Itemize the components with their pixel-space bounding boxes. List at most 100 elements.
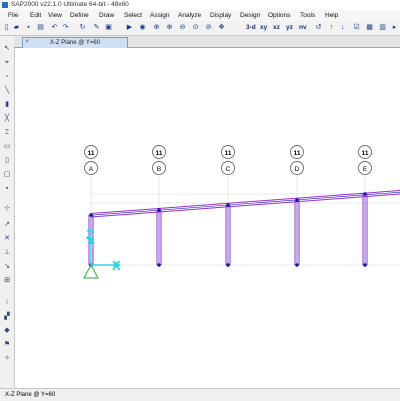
redo-icon[interactable]: ↷ <box>61 23 70 33</box>
menu-select[interactable]: Select <box>124 10 142 21</box>
menu-tools[interactable]: Tools <box>300 10 315 21</box>
view-3d-button[interactable]: 3-d <box>246 23 256 33</box>
view-xy-button[interactable]: xy <box>260 23 267 33</box>
undo-icon[interactable]: ↶ <box>50 23 59 33</box>
snap-grid-icon[interactable]: ⊹ <box>2 204 12 214</box>
view-tab-row: × X-Z Plane @ Y=60 <box>14 36 400 48</box>
grid-bubble-top-text: 11 <box>294 150 301 157</box>
snap-intersect-icon[interactable]: ⊥ <box>2 248 12 258</box>
grid-lines <box>90 176 400 268</box>
print-icon[interactable]: ▤ <box>36 23 45 33</box>
grid-bubble-top-text: 11 <box>362 150 369 157</box>
status-bar: X-Z Plane @ Y=60 <box>0 388 400 401</box>
draw-area-icon[interactable]: ▭ <box>2 142 12 152</box>
grid-bubble-C: 11 C <box>221 145 235 175</box>
zoom-prev-icon[interactable]: ⊘ <box>204 23 213 33</box>
pointer-icon[interactable]: ↖ <box>2 44 12 54</box>
draw-rect-area-icon[interactable]: ▯ <box>2 156 12 166</box>
run-step-icon[interactable]: ◉ <box>138 23 147 33</box>
joint-dot <box>363 192 367 196</box>
zoom-all-icon[interactable]: ⊙ <box>191 23 200 33</box>
model-view-svg[interactable]: 11 A 11 B 11 C 11 D 11 E Z X <box>15 48 400 388</box>
grid-bubble-B: 11 B <box>152 145 166 175</box>
app-icon <box>2 2 8 8</box>
menu-assign[interactable]: Assign <box>150 10 170 21</box>
menu-file[interactable]: File <box>8 10 18 21</box>
model-canvas[interactable]: 11 A 11 B 11 C 11 D 11 E Z X <box>15 48 400 388</box>
grid-bubble-A: 11 A <box>84 145 98 175</box>
assign-icon[interactable]: ✧ <box>2 354 12 364</box>
joint-dot <box>226 263 230 267</box>
clear-select-icon[interactable]: ◆ <box>2 326 12 336</box>
down-arrow-icon[interactable]: ↓ <box>338 23 347 33</box>
status-text: X-Z Plane @ Y=60 <box>5 392 56 398</box>
menu-options[interactable]: Options <box>268 10 290 21</box>
zoom-in-icon[interactable]: ⊕ <box>165 23 174 33</box>
joint-dot <box>295 263 299 267</box>
grid-bubble-D: 11 D <box>290 145 304 175</box>
view-xz-button[interactable]: xz <box>273 23 280 33</box>
tab-title: X-Z Plane @ Y=60 <box>49 40 101 46</box>
snap-perp-icon[interactable]: ↘ <box>2 262 12 272</box>
grid-bubble-label: C <box>226 166 231 173</box>
joint-dot <box>89 213 93 217</box>
check-icon[interactable]: ☑ <box>352 23 361 33</box>
grid-bubble-label: E <box>363 166 368 173</box>
up-arrow-icon[interactable]: ↑ <box>327 23 336 33</box>
menu-help[interactable]: Help <box>325 10 338 21</box>
run-icon[interactable]: ▶ <box>125 23 134 33</box>
draw-solid-icon[interactable]: ▪ <box>2 184 12 194</box>
grid-bubble-label: B <box>157 166 161 173</box>
grid-bubble-label: A <box>89 166 94 173</box>
select-all-icon[interactable]: ⁝ <box>2 298 12 308</box>
grid-bubble-E: 11 E <box>358 145 372 175</box>
more-icon[interactable]: ▸ <box>390 23 399 33</box>
menu-edit[interactable]: Edit <box>30 10 41 21</box>
save-icon[interactable]: ▪ <box>24 23 33 33</box>
open-icon[interactable]: ▰ <box>12 23 21 33</box>
draw-frame-icon[interactable]: ╲ <box>2 86 12 96</box>
left-toolbar: ↖ ⌖ ▫ ╲ ▮ ╳ ⌶ ▭ ▯ ▢ ▪ ⊹ ↗ ✕ ⊥ ↘ ⊞ ⁝ ▞ ◆ … <box>0 36 15 388</box>
draw-link-icon[interactable]: ⌶ <box>2 128 12 138</box>
snap-mid-icon[interactable]: ✕ <box>2 234 12 244</box>
quick-frame-icon[interactable]: ▮ <box>2 100 12 110</box>
view-nv-button[interactable]: nv <box>299 23 307 33</box>
new-model-icon[interactable]: ▯ <box>2 23 11 33</box>
joint-dot <box>226 203 230 207</box>
title-bar: SAP2000 v22.1.0 Ultimate 64-bit - 48x60 <box>0 0 400 10</box>
joint-dot <box>363 263 367 267</box>
display-options-icon[interactable]: ▦ <box>365 23 374 33</box>
draw-brace-icon[interactable]: ╳ <box>2 114 12 124</box>
menu-draw[interactable]: Draw <box>99 10 114 21</box>
menu-display[interactable]: Display <box>210 10 231 21</box>
reshape-icon[interactable]: ⌖ <box>2 58 12 68</box>
menu-view[interactable]: View <box>48 10 62 21</box>
edit-pencil-icon[interactable]: ✎ <box>92 23 101 33</box>
section-cut-icon[interactable]: ▥ <box>378 23 387 33</box>
zoom-out-icon[interactable]: ⊖ <box>178 23 187 33</box>
joint-dot <box>295 198 299 202</box>
lock-icon[interactable]: ▣ <box>104 23 113 33</box>
menu-define[interactable]: Define <box>70 10 89 21</box>
paint-icon[interactable]: ⚑ <box>2 340 12 350</box>
view-yz-button[interactable]: yz <box>286 23 293 33</box>
snap-line-icon[interactable]: ⊞ <box>2 276 12 286</box>
window-title: SAP2000 v22.1.0 Ultimate 64-bit - 48x60 <box>11 1 129 8</box>
rotate-icon[interactable]: ↺ <box>314 23 323 33</box>
draw-joint-icon[interactable]: ▫ <box>2 72 12 82</box>
main-toolbar: ▯ ▰ ▪ ▤ ↶ ↷ ↻ ✎ ▣ ▶ ◉ ⊕ ⊕ ⊖ ⊙ ⊘ ✥ 3-d xy… <box>0 21 400 36</box>
grid-bubble-top-text: 11 <box>225 150 232 157</box>
grid-bubble-top-text: 11 <box>156 150 163 157</box>
quick-area-icon[interactable]: ▢ <box>2 170 12 180</box>
zoom-window-icon[interactable]: ⊕ <box>152 23 161 33</box>
joint-dot <box>157 263 161 267</box>
select-prev-icon[interactable]: ▞ <box>2 312 12 322</box>
menu-design[interactable]: Design <box>240 10 260 21</box>
close-icon[interactable]: × <box>24 39 30 45</box>
tab-xz-plane[interactable]: × X-Z Plane @ Y=60 <box>22 37 128 48</box>
refresh-icon[interactable]: ↻ <box>78 23 87 33</box>
snap-joint-icon[interactable]: ↗ <box>2 220 12 230</box>
menu-analyze[interactable]: Analyze <box>178 10 201 21</box>
pan-icon[interactable]: ✥ <box>217 23 226 33</box>
grid-bubble-top-text: 11 <box>88 150 95 157</box>
